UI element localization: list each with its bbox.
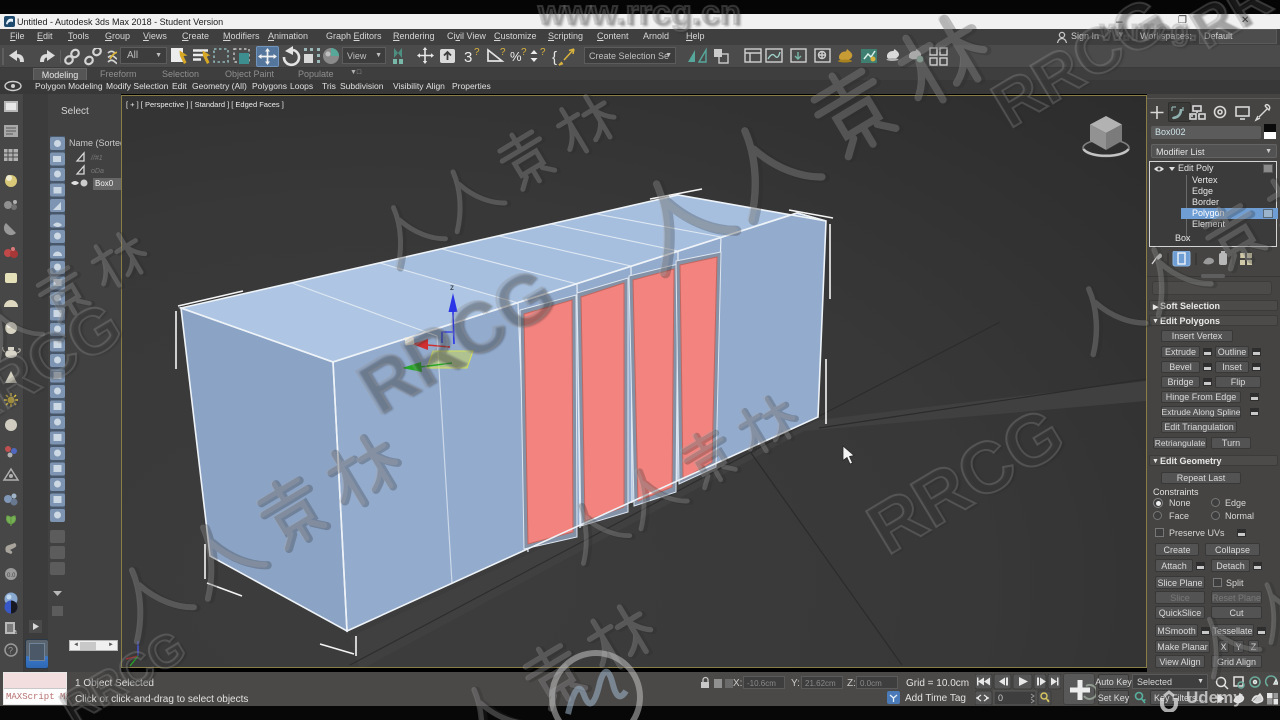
svg-text:?: ? [540,47,546,58]
svg-text:?: ? [500,47,506,58]
svg-text:oDa: oDa [91,168,104,175]
svg-text:?: ? [474,47,480,58]
svg-text:{: { [552,49,557,66]
svg-text:a: a [13,629,17,636]
svg-text:0: 0 [998,693,1003,703]
svg-text:?: ? [8,646,13,656]
svg-text:?: ? [521,47,527,58]
svg-text:0.0: 0.0 [7,573,16,579]
svg-text:z: z [450,283,454,292]
svg-text://#1: //#1 [90,155,103,162]
svg-text:3: 3 [464,49,472,66]
